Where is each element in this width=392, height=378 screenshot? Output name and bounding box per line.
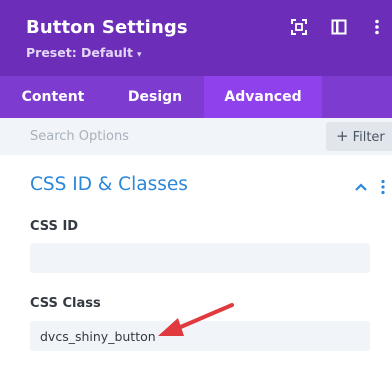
search-input[interactable]	[14, 118, 314, 155]
tab-advanced[interactable]: Advanced	[204, 76, 322, 118]
search-bar: +Filter	[0, 118, 392, 155]
caret-down-icon: ▾	[136, 50, 142, 60]
css-id-label: CSS ID	[30, 219, 79, 234]
settings-header: Button Settings Preset: Default ▾	[0, 0, 392, 76]
chevron-up-icon[interactable]	[354, 181, 368, 193]
tab-content[interactable]: Content	[0, 76, 106, 118]
more-vertical-icon[interactable]	[369, 19, 385, 35]
focus-icon[interactable]	[291, 19, 307, 35]
modal-title: Button Settings	[26, 17, 188, 38]
filter-button[interactable]: + Filter	[326, 122, 392, 151]
filter-label: Filter	[352, 130, 385, 145]
tab-design[interactable]: Design	[106, 76, 204, 118]
annotation-arrow	[158, 303, 234, 336]
css-class-label: CSS Class	[30, 296, 101, 311]
preset-dropdown[interactable]: Preset: Default ▾	[26, 45, 141, 60]
section-title[interactable]: CSS ID & Classes	[30, 174, 188, 195]
css-id-field[interactable]	[30, 243, 370, 273]
sidebar-toggle-icon[interactable]	[331, 19, 347, 35]
section-more-icon[interactable]	[380, 179, 386, 195]
preset-label: Preset: Default	[26, 45, 133, 60]
settings-tabs: Content Design Advanced	[0, 76, 392, 118]
plus-icon: +	[336, 127, 349, 145]
